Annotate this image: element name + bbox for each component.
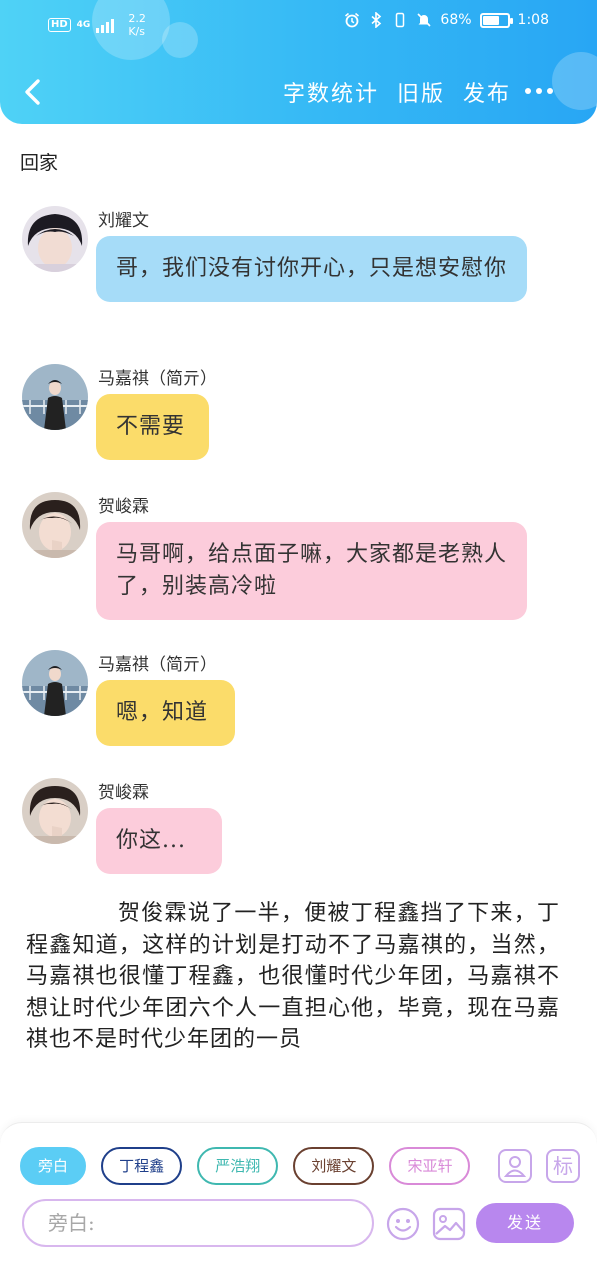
nav-bar: 字数统计 旧版 发布 [0,62,597,120]
alarm-icon [345,12,360,28]
network-type: 4G [76,20,91,30]
battery-percent: 68% [440,12,472,28]
avatar[interactable] [22,492,88,558]
role-chip[interactable]: 宋亚轩 [389,1147,471,1185]
top-header: HD 4G 2.2 K/s 68% 1:08 字数统计 旧版 发布 [0,0,597,124]
phone-outline-icon [396,12,405,28]
avatar[interactable] [22,778,88,844]
role-chip[interactable]: 丁程鑫 [101,1147,183,1185]
send-button[interactable]: 发送 [476,1203,574,1243]
network-speed: 2.2 K/s [128,12,146,38]
message-bubble: 你这... [96,808,222,874]
image-icon[interactable] [432,1207,466,1241]
sender-name: 马嘉祺（简亓） [98,369,217,389]
message-bubble: 不需要 [96,394,209,460]
clock: 1:08 [517,12,549,28]
role-chip[interactable]: 严浩翔 [197,1147,279,1185]
more-icon[interactable] [525,84,557,98]
bluetooth-icon [371,12,382,28]
compose-panel: 旁白 丁程鑫 严浩翔 刘耀文 宋亚轩 标 旁白: 发送 [0,1122,597,1280]
avatar[interactable] [22,206,88,272]
back-arrow-icon[interactable] [14,72,54,112]
battery-icon [479,12,513,28]
message-bubble: 哥，我们没有讨你开心，只是想安慰你 [96,236,527,302]
message-input[interactable]: 旁白: [22,1199,374,1247]
sender-name: 贺峻霖 [98,497,149,517]
person-icon [503,1156,527,1177]
word-count-button[interactable]: 字数统计 [283,76,379,108]
role-chip-narrator[interactable]: 旁白 [20,1147,87,1185]
avatar[interactable] [22,364,88,430]
narration-paragraph: 贺俊霖说了一半，便被丁程鑫挡了下来，丁程鑫知道，这样的计划是打动不了马嘉祺的，当… [26,901,560,1052]
role-manage-button[interactable] [498,1149,532,1183]
chapter-title: 回家 [20,152,59,174]
sender-name: 贺峻霖 [98,783,149,803]
message-bubble: 嗯，知道 [96,680,235,746]
message-bubble: 马哥啊，给点面子嘛，大家都是老熟人了，别装高冷啦 [96,522,527,620]
mark-button[interactable]: 标 [546,1149,580,1183]
publish-button[interactable]: 发布 [463,76,511,108]
role-chip[interactable]: 刘耀文 [293,1147,375,1185]
old-version-button[interactable]: 旧版 [397,76,445,108]
speed-value: 2.2 [128,12,146,25]
sender-name: 刘耀文 [98,211,149,231]
emoji-icon[interactable] [386,1207,420,1241]
mute-icon [417,13,431,27]
status-bar: HD 4G 2.2 K/s 68% 1:08 [0,0,597,44]
speed-unit: K/s [128,25,145,38]
sender-name: 马嘉祺（简亓） [98,655,217,675]
avatar[interactable] [22,650,88,716]
mark-label: 标 [553,1154,573,1178]
signal-icon [96,17,115,33]
role-selector: 旁白 丁程鑫 严浩翔 刘耀文 宋亚轩 [20,1147,482,1187]
hd-indicator: HD [48,18,71,32]
